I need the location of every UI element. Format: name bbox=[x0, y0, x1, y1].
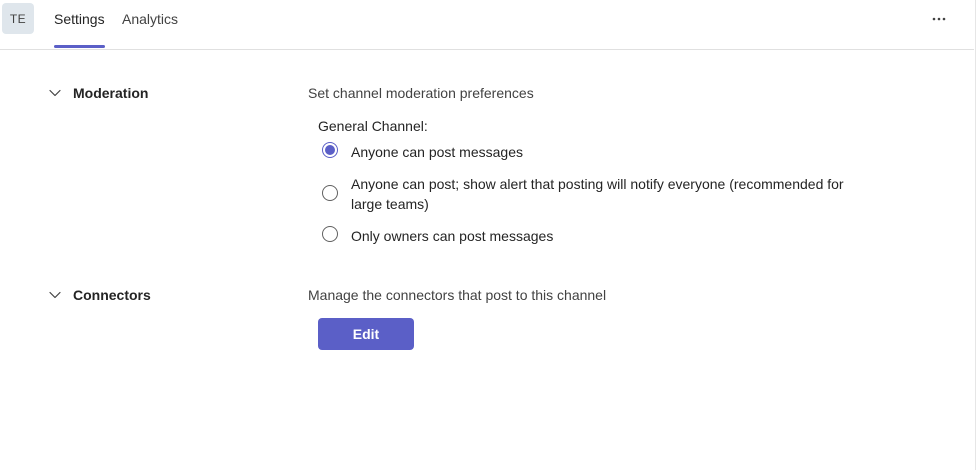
radio-option-anyone-can-post[interactable]: Anyone can post messages bbox=[322, 142, 861, 162]
radio-option-label: Anyone can post; show alert that posting… bbox=[351, 176, 844, 212]
tab-analytics[interactable]: Analytics bbox=[122, 11, 178, 27]
active-tab-indicator bbox=[54, 45, 105, 48]
connectors-section-toggle[interactable]: Connectors bbox=[48, 287, 151, 303]
moderation-description: Set channel moderation preferences bbox=[308, 85, 534, 101]
more-horizontal-icon bbox=[932, 17, 946, 21]
radio-option-only-owners[interactable]: Only owners can post messages bbox=[322, 226, 861, 246]
connectors-title: Connectors bbox=[73, 287, 151, 303]
tab-settings[interactable]: Settings bbox=[54, 11, 105, 27]
edit-connectors-button[interactable]: Edit bbox=[318, 318, 414, 350]
radio-button[interactable] bbox=[322, 226, 338, 242]
chevron-down-icon bbox=[48, 288, 62, 302]
moderation-title: Moderation bbox=[73, 85, 149, 101]
chevron-down-icon bbox=[48, 86, 62, 100]
radio-option-anyone-with-alert[interactable]: Anyone can post; show alert that posting… bbox=[322, 174, 861, 214]
moderation-section-toggle[interactable]: Moderation bbox=[48, 85, 148, 101]
radio-button[interactable] bbox=[322, 185, 338, 201]
avatar[interactable]: TE bbox=[2, 3, 34, 34]
radio-button[interactable] bbox=[322, 142, 338, 158]
radio-option-label: Only owners can post messages bbox=[351, 228, 554, 244]
more-options-button[interactable] bbox=[928, 10, 950, 28]
header-bar: TE Settings Analytics bbox=[0, 0, 974, 50]
channel-settings-page: TE Settings Analytics Moderation Set cha… bbox=[0, 0, 976, 470]
radio-option-label: Anyone can post messages bbox=[351, 144, 523, 160]
general-channel-label: General Channel: bbox=[318, 118, 428, 134]
connectors-description: Manage the connectors that post to this … bbox=[308, 287, 607, 303]
